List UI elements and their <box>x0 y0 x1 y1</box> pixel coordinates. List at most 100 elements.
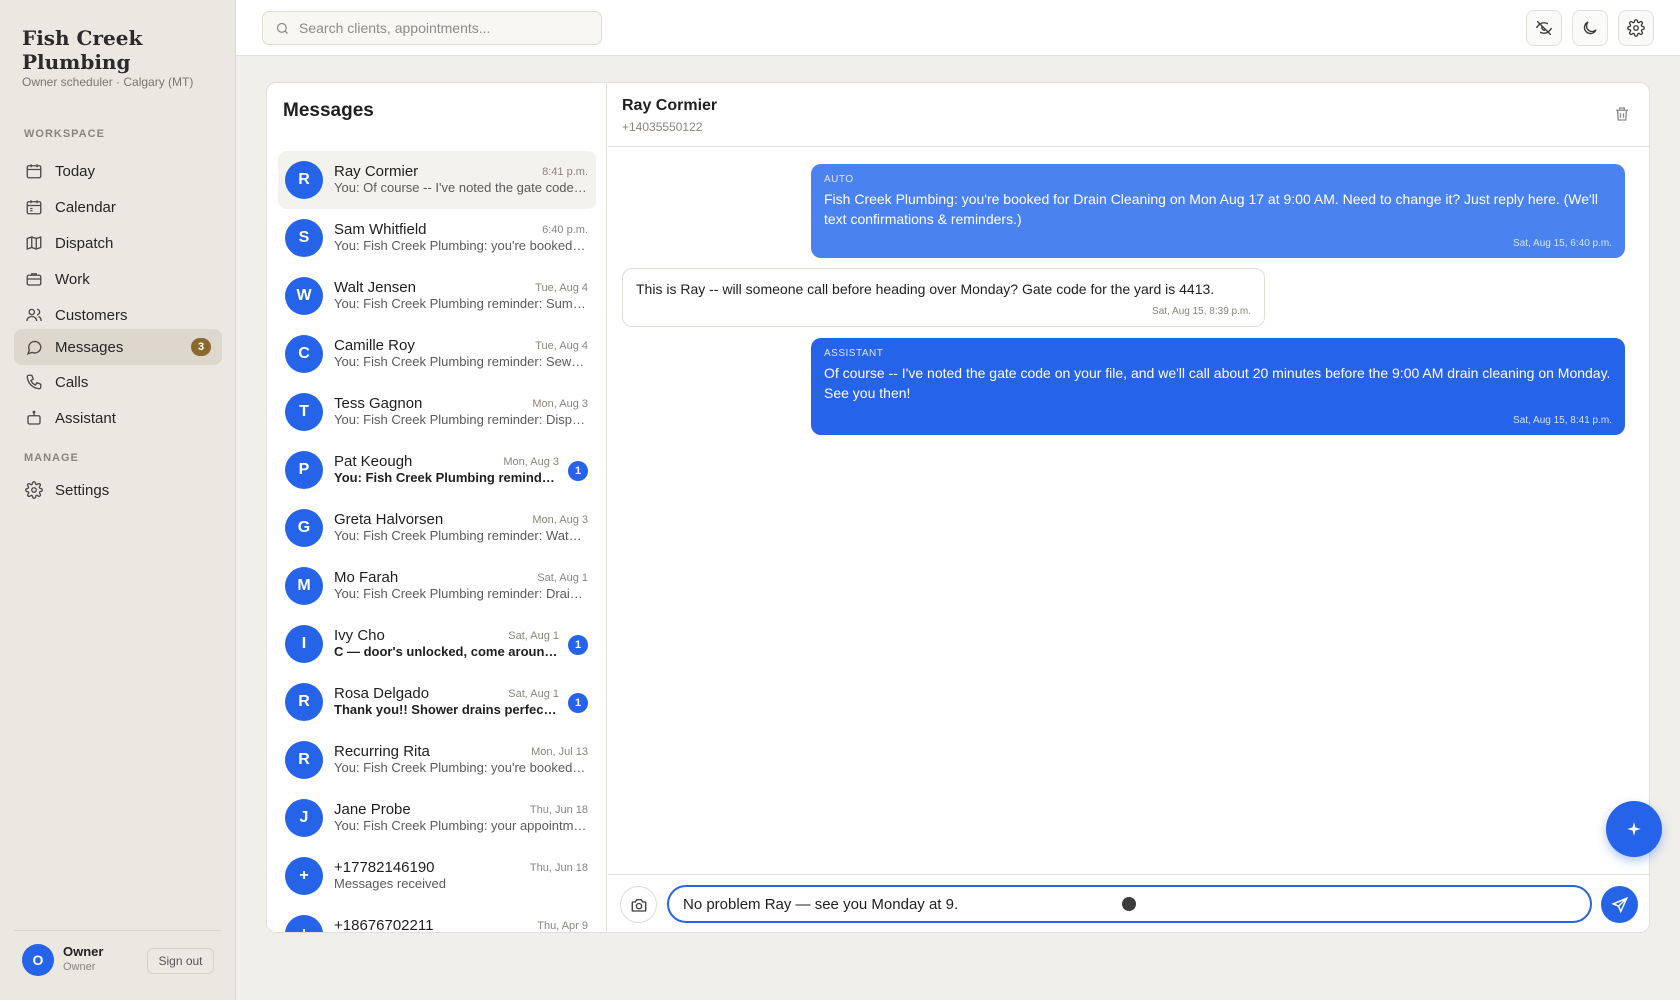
message-text: Of course -- I've noted the gate code on… <box>824 365 1611 401</box>
conversation-time: Thu, Jun 18 <box>529 804 588 816</box>
conversation-time: Tue, Aug 4 <box>535 340 588 352</box>
brand-subtitle: Owner scheduler · Calgary (MT) <box>22 75 194 89</box>
message-text: Fish Creek Plumbing: you're booked for D… <box>824 191 1598 227</box>
nav-item-today[interactable]: Today <box>14 153 222 189</box>
privacy-toggle-button[interactable] <box>1526 10 1562 46</box>
gear-icon <box>25 481 43 499</box>
calendar-icon <box>26 200 42 215</box>
conversation-time: Mon, Aug 3 <box>503 456 559 468</box>
messages-unread-badge: 3 <box>191 338 211 356</box>
contact-name: Sam Whitfield <box>334 221 427 238</box>
attach-photo-button[interactable] <box>620 886 657 923</box>
search-input[interactable]: Search clients, appointments... <box>262 11 602 45</box>
conversation-preview: You: Fish Creek Plumbing: your appointme… <box>334 818 588 833</box>
conversation-preview: C — door's unlocked, come around the bac… <box>334 644 558 659</box>
contact-avatar: W <box>285 277 323 315</box>
nav-item-messages[interactable]: Messages 3 <box>14 329 222 365</box>
conversation-preview: You: Fish Creek Plumbing reminder: Water… <box>334 528 588 543</box>
nav-label: Assistant <box>55 409 116 427</box>
conversation-time: Sat, Aug 1 <box>508 630 559 642</box>
message-bubble-outgoing: ASSISTANT Of course -- I've noted the ga… <box>811 338 1625 435</box>
send-icon <box>1610 896 1628 913</box>
conversation-item[interactable]: T Tess Gagnon Mon, Aug 3 You: Fish Creek Pl… <box>278 383 596 441</box>
contact-name: Jane Probe <box>334 801 411 818</box>
nav-item-assistant[interactable]: Assistant <box>14 400 222 436</box>
map-icon <box>26 236 42 250</box>
message-timestamp: Sat, Aug 15, 8:41 p.m. <box>1513 415 1612 426</box>
theme-toggle-button[interactable] <box>1572 10 1608 46</box>
contact-avatar: + <box>285 857 323 895</box>
contact-avatar: R <box>285 683 323 721</box>
user-avatar: O <box>22 944 54 976</box>
conversation-time: 6:40 p.m. <box>542 224 588 236</box>
message-icon <box>26 340 42 355</box>
conversation-time: Mon, Jul 13 <box>531 746 588 758</box>
message-text: This is Ray -- will someone call before … <box>636 281 1215 297</box>
trash-icon[interactable] <box>1613 105 1631 123</box>
conversation-item[interactable]: S Sam Whitfield 6:40 p.m. You: Fish Creek P… <box>278 209 596 267</box>
contact-name: +17782146190 <box>334 859 435 876</box>
camera-icon <box>631 898 646 912</box>
conversation-time: Thu, Jun 18 <box>529 862 588 874</box>
conversation-time: 8:41 p.m. <box>542 166 588 178</box>
messages-title: Messages <box>283 100 374 121</box>
nav-item-dispatch[interactable]: Dispatch <box>14 225 222 261</box>
cursor-dot <box>1122 897 1136 911</box>
thread-contact-name: Ray Cormier <box>622 97 718 114</box>
unread-badge: 1 <box>568 461 588 481</box>
contact-avatar: + <box>285 915 323 932</box>
nav-label: Work <box>55 270 90 288</box>
message-composer <box>608 874 1649 932</box>
nav-item-calendar[interactable]: Calendar <box>14 189 222 225</box>
conversation-time: Sat, Aug 1 <box>537 572 588 584</box>
nav-label: Customers <box>55 306 128 324</box>
message-kind-label: ASSISTANT <box>824 348 884 359</box>
conversation-item[interactable]: J Jane Probe Thu, Jun 18 You: Fish Creek Pl… <box>278 789 596 847</box>
nav-item-customers[interactable]: Customers <box>14 297 222 333</box>
conversation-preview: You: Fish Creek Plumbing reminder: Fauce… <box>334 470 558 485</box>
conversation-item[interactable]: P Pat Keough Mon, Aug 3 You: Fish Creek Plu… <box>278 441 596 499</box>
conversation-item[interactable]: C Camille Roy Tue, Aug 4 You: Fish Creek Pl… <box>278 325 596 383</box>
nav-item-calls[interactable]: Calls <box>14 364 222 400</box>
conversation-item[interactable]: I Ivy Cho Sat, Aug 1 C — door's unlocked, c… <box>278 615 596 673</box>
settings-button[interactable] <box>1618 10 1654 46</box>
conversation-item[interactable]: + +17782146190 Thu, Jun 18 Messages receive… <box>278 847 596 905</box>
nav-item-settings[interactable]: Settings <box>14 472 222 508</box>
top-bar: Search clients, appointments... <box>236 0 1680 56</box>
conversation-preview: You: Fish Creek Plumbing reminder: Drain… <box>334 586 588 601</box>
conversation-item[interactable]: R Rosa Delgado Sat, Aug 1 Thank you!! Showe… <box>278 673 596 731</box>
thread-contact-phone: +14035550122 <box>622 120 703 134</box>
message-bubble-outgoing: AUTO Fish Creek Plumbing: you're booked … <box>811 164 1625 258</box>
conversation-item[interactable]: + +18676702211 Thu, Apr 9 <box>278 905 596 932</box>
sign-out-button[interactable]: Sign out <box>147 948 214 974</box>
conversation-item[interactable]: M Mo Farah Sat, Aug 1 You: Fish Creek Plumb… <box>278 557 596 615</box>
phone-icon <box>26 374 42 390</box>
conversation-preview: You: Fish Creek Plumbing: you're booked … <box>334 238 588 253</box>
conversation-item[interactable]: G Greta Halvorsen Mon, Aug 3 You: Fish Cree… <box>278 499 596 557</box>
message-timestamp: Sat, Aug 15, 6:40 p.m. <box>1513 238 1612 249</box>
message-kind-label: AUTO <box>824 174 854 185</box>
moon-icon <box>1583 21 1597 35</box>
assistant-fab-button[interactable] <box>1606 801 1662 857</box>
nav-item-work[interactable]: Work <box>14 261 222 297</box>
conversation-thread: Ray Cormier +14035550122 AUTO Fish Creek… <box>608 83 1649 932</box>
contact-name: Greta Halvorsen <box>334 511 444 528</box>
sidebar: Fish Creek Plumbing Owner scheduler · Ca… <box>0 0 236 1000</box>
contact-avatar: C <box>285 335 323 373</box>
nav-label: Calls <box>55 373 89 391</box>
contact-name: Ivy Cho <box>334 627 385 644</box>
conversation-item[interactable]: R Recurring Rita Mon, Jul 13 You: Fish Cree… <box>278 731 596 789</box>
contact-name: Tess Gagnon <box>334 395 423 412</box>
search-icon <box>276 22 288 34</box>
calendar-day-icon <box>26 164 42 179</box>
conversation-preview: You: Fish Creek Plumbing reminder: Sump … <box>334 296 588 311</box>
contact-avatar: T <box>285 393 323 431</box>
conversation-item[interactable]: W Walt Jensen Tue, Aug 4 You: Fish Creek Pl… <box>278 267 596 325</box>
briefcase-icon <box>26 273 42 286</box>
conversation-time: Tue, Aug 4 <box>535 282 588 294</box>
conversation-item[interactable]: R Ray Cormier 8:41 p.m. You: Of course -- I… <box>278 151 596 209</box>
conversation-time: Mon, Aug 3 <box>532 398 588 410</box>
sparkle-icon <box>1627 822 1641 836</box>
nav-label: Today <box>55 162 96 180</box>
send-button[interactable] <box>1601 886 1638 923</box>
